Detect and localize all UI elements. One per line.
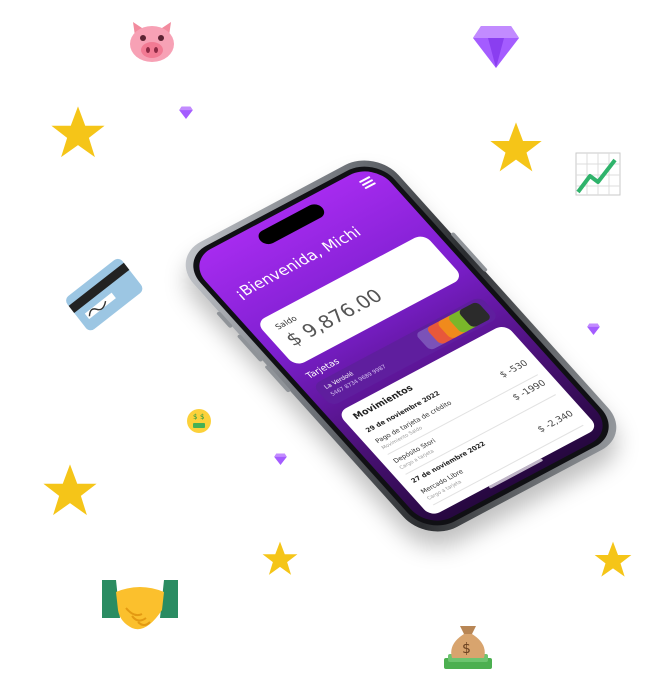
movement-amount: $ -530 bbox=[498, 358, 531, 381]
balance-value: $ 9,876.00 bbox=[281, 285, 388, 351]
phone-mockup: ¡Bienvenida, Michi Saldo $ 9,876.00 Tarj… bbox=[170, 140, 632, 560]
movement-amount: $ -1990 bbox=[510, 378, 549, 403]
gem-icon bbox=[473, 24, 519, 72]
pig-face-icon bbox=[127, 18, 177, 68]
star-icon bbox=[592, 540, 634, 584]
svg-text:$: $ bbox=[462, 641, 471, 657]
movement-divider bbox=[432, 424, 584, 506]
gem-icon bbox=[179, 104, 193, 123]
hamburger-menu-icon[interactable] bbox=[358, 175, 377, 190]
credit-card-icon bbox=[62, 252, 144, 338]
star-icon bbox=[48, 104, 108, 166]
dynamic-island bbox=[254, 201, 328, 247]
handshake-icon bbox=[102, 578, 178, 640]
star-icon bbox=[40, 462, 100, 524]
phone-frame: ¡Bienvenida, Michi Saldo $ 9,876.00 Tarj… bbox=[170, 149, 632, 543]
money-bag-icon: $ bbox=[442, 620, 494, 676]
